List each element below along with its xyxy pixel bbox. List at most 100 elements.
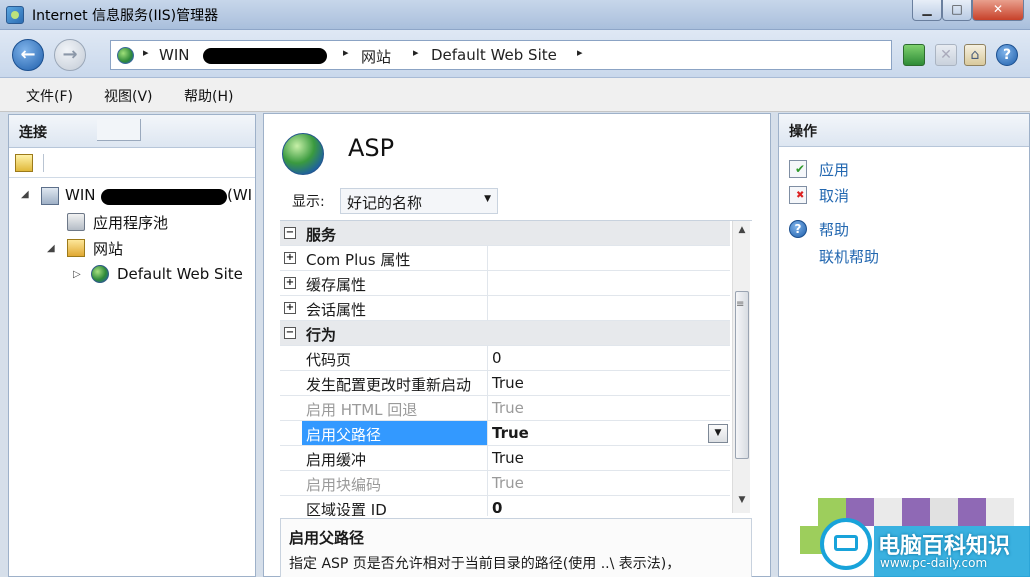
grid-row-name: 启用 HTML 回退 xyxy=(306,401,418,419)
column-divider xyxy=(487,471,488,496)
pane-collapse-tab[interactable] xyxy=(97,119,141,141)
grid-row-value: 0 xyxy=(492,499,503,516)
display-select-value: 好记的名称 xyxy=(347,194,423,212)
grid-row-name: 缓存属性 xyxy=(306,276,367,294)
connections-pane: 连接 ◢ WIN (WI 应用程序池 ◢ 网站 ▷ Default Web Si… xyxy=(8,114,256,577)
collapse-icon[interactable]: − xyxy=(284,227,296,239)
action-help[interactable]: 帮助 xyxy=(819,219,849,240)
grid-scrollbar[interactable]: ▲ ≡ ▼ xyxy=(732,221,750,513)
breadcrumb-server[interactable]: WIN xyxy=(159,46,189,64)
grid-row-value: True xyxy=(492,374,524,392)
pc-daily-logo xyxy=(820,518,872,570)
grid-row[interactable]: 发生配置更改时重新启动 True xyxy=(280,371,730,396)
breadcrumb-arrow: ▸ xyxy=(143,46,149,59)
connections-header: 连接 xyxy=(9,115,255,148)
feature-title: ASP xyxy=(348,134,395,162)
globe-icon xyxy=(91,265,109,283)
toolbar-separator xyxy=(43,154,44,172)
grid-row-name: 启用父路径 xyxy=(302,421,487,445)
maximize-button[interactable]: □ xyxy=(942,0,972,21)
action-cancel[interactable]: 取消 xyxy=(819,185,849,206)
help-icon[interactable]: ? xyxy=(996,44,1018,66)
scroll-grip-icon: ≡ xyxy=(736,299,745,310)
tree-item-default-web-site[interactable]: Default Web Site xyxy=(117,265,243,283)
grid-row-name: 发生配置更改时重新启动 xyxy=(306,376,472,394)
expand-icon[interactable]: + xyxy=(284,277,296,289)
close-button[interactable]: ✕ xyxy=(972,0,1024,21)
refresh-icon[interactable] xyxy=(903,44,925,66)
grid-row-value[interactable]: True xyxy=(492,424,529,442)
grid-row[interactable]: 启用 HTML 回退 True xyxy=(280,396,730,421)
grid-row[interactable]: + 会话属性 xyxy=(280,296,730,321)
grid-group-row[interactable]: − 行为 xyxy=(280,321,730,346)
watermark-tile xyxy=(874,498,902,526)
menu-bar: 文件(F) 视图(V) 帮助(H) xyxy=(0,78,1030,112)
grid-row[interactable]: 启用缓冲 True xyxy=(280,446,730,471)
cancel-icon xyxy=(789,186,807,204)
back-button[interactable]: ← xyxy=(12,39,44,71)
menu-view[interactable]: 视图(V) xyxy=(104,86,153,106)
column-divider xyxy=(487,246,488,271)
server-icon xyxy=(41,187,59,205)
tree-item-sites[interactable]: 网站 xyxy=(93,238,123,259)
scroll-up-icon[interactable]: ▲ xyxy=(735,225,749,241)
title-bar: Internet 信息服务(IIS)管理器 ▁ □ ✕ xyxy=(0,0,1030,30)
column-divider xyxy=(487,396,488,421)
menu-file[interactable]: 文件(F) xyxy=(26,86,73,106)
breadcrumb-sites[interactable]: 网站 xyxy=(361,46,391,67)
action-online-help[interactable]: 联机帮助 xyxy=(819,246,879,267)
breadcrumb-arrow: ▸ xyxy=(413,46,419,59)
tree-collapsed-arrow[interactable]: ▷ xyxy=(73,269,81,280)
column-divider xyxy=(487,496,488,516)
grid-row[interactable]: 代码页 0 xyxy=(280,346,730,371)
expand-icon[interactable]: + xyxy=(284,302,296,314)
scroll-thumb[interactable] xyxy=(735,291,749,459)
breadcrumb-default-web-site[interactable]: Default Web Site xyxy=(431,46,557,64)
breadcrumb-arrow: ▸ xyxy=(577,46,583,59)
feature-pane: ASP 显示: 好记的名称 ▼ − 服务 + Com Plus 属性 + 缓存属… xyxy=(263,113,771,577)
grid-row-name: 启用缓冲 xyxy=(306,451,367,469)
navigation-bar: ← → ▸ WIN ▸ 网站 ▸ Default Web Site ▸ ✕ ⌂ … xyxy=(0,30,1030,78)
grid-group-row[interactable]: − 服务 xyxy=(280,221,730,246)
actions-title: 操作 xyxy=(789,124,817,140)
connect-icon[interactable] xyxy=(15,154,33,172)
tree-expand-arrow[interactable]: ◢ xyxy=(21,189,29,200)
value-dropdown-button[interactable]: ▼ xyxy=(708,424,728,443)
watermark-tile xyxy=(930,498,958,526)
chevron-down-icon: ▼ xyxy=(484,194,491,204)
tree-expand-arrow[interactable]: ◢ xyxy=(47,243,55,254)
redacted-hostname xyxy=(203,48,327,64)
grid-row-name: 会话属性 xyxy=(306,301,367,319)
help-icon: ? xyxy=(789,220,807,238)
redacted-hostname xyxy=(101,189,227,205)
connections-toolbar xyxy=(9,148,255,178)
monitor-icon xyxy=(834,535,858,551)
window-title: Internet 信息服务(IIS)管理器 xyxy=(32,8,219,24)
display-select[interactable]: 好记的名称 ▼ xyxy=(340,188,498,214)
breadcrumb-arrow: ▸ xyxy=(343,46,349,59)
iis-app-icon xyxy=(6,6,24,24)
grid-row[interactable]: + 缓存属性 xyxy=(280,271,730,296)
tree-item-server[interactable]: WIN xyxy=(65,186,95,204)
sites-folder-icon xyxy=(67,239,85,257)
description-panel: 启用父路径 指定 ASP 页是否允许相对于当前目录的路径(使用 ..\ 表示法)… xyxy=(280,518,752,577)
grid-row[interactable]: + Com Plus 属性 xyxy=(280,246,730,271)
menu-help[interactable]: 帮助(H) xyxy=(184,86,233,106)
watermark-tile xyxy=(958,498,986,526)
globe-icon xyxy=(117,47,134,64)
scroll-down-icon[interactable]: ▼ xyxy=(735,495,749,511)
tree-item-app-pools[interactable]: 应用程序池 xyxy=(93,212,168,233)
grid-row[interactable]: 启用块编码 True xyxy=(280,471,730,496)
home-icon[interactable]: ⌂ xyxy=(964,44,986,66)
minimize-button[interactable]: ▁ xyxy=(912,0,942,21)
column-divider xyxy=(487,346,488,371)
expand-icon[interactable]: + xyxy=(284,252,296,264)
address-bar[interactable]: ▸ WIN ▸ 网站 ▸ Default Web Site ▸ xyxy=(110,40,892,70)
forward-button[interactable]: → xyxy=(54,39,86,71)
grid-row-selected[interactable]: 启用父路径 True ▼ xyxy=(280,421,730,446)
grid-row[interactable]: 区域设置 ID 0 xyxy=(280,496,730,516)
stop-icon[interactable]: ✕ xyxy=(935,44,957,66)
watermark-tile xyxy=(902,498,930,526)
collapse-icon[interactable]: − xyxy=(284,327,296,339)
action-apply[interactable]: 应用 xyxy=(819,159,849,180)
